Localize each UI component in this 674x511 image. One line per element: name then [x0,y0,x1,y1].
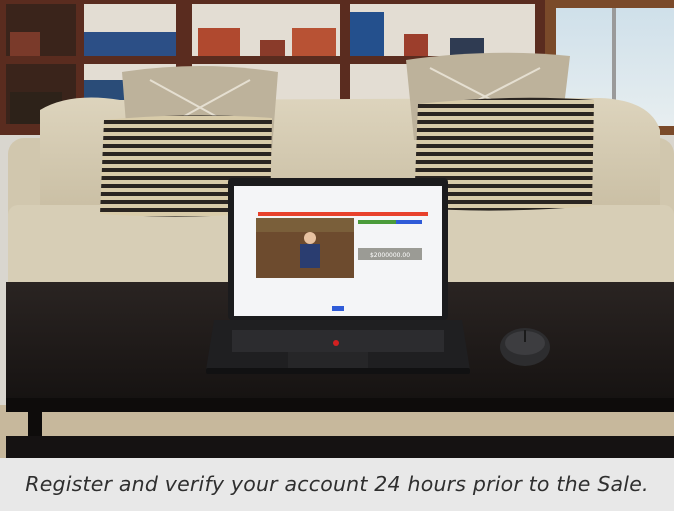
bid-amount: $2000000.00 [370,252,410,259]
living-room-scene: $2000000.00 [0,0,674,458]
laptop: $2000000.00 [206,178,470,374]
photo: $2000000.00 [0,0,674,458]
caption-text: Register and verify your account 24 hour… [25,472,649,496]
wireless-mouse [500,328,550,366]
photo-frame: $2000000.00 Register and verify your acc… [0,0,674,511]
screen-banner [258,212,428,216]
screen-blue-button [396,220,422,224]
caption-bar: Register and verify your account 24 hour… [0,458,674,511]
